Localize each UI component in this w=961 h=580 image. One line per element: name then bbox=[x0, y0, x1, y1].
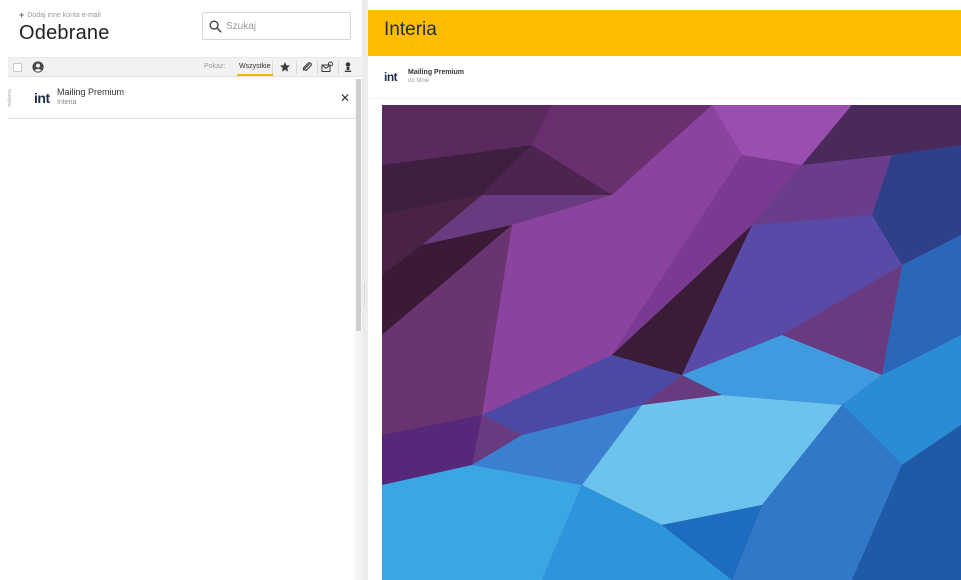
search-input[interactable] bbox=[226, 20, 336, 32]
sender-name[interactable]: Mailing Premium bbox=[408, 69, 464, 76]
add-account-link[interactable]: + Dodaj inne konta e-mail bbox=[19, 10, 101, 20]
folder-title: Odebrane bbox=[19, 22, 110, 44]
lowpoly-background-image bbox=[382, 105, 961, 580]
contact-filter-icon[interactable] bbox=[32, 61, 44, 73]
interia-logo-icon: int bbox=[384, 70, 398, 83]
scrollbar-thumb[interactable] bbox=[356, 79, 361, 331]
toolbar-divider bbox=[338, 61, 339, 74]
toolbar-divider bbox=[317, 61, 318, 74]
toolbar-divider bbox=[272, 61, 273, 74]
logo-text: int bbox=[34, 91, 50, 105]
person-icon[interactable] bbox=[342, 61, 354, 73]
add-account-label: Dodaj inne konta e-mail bbox=[27, 12, 101, 19]
close-icon[interactable]: ✕ bbox=[340, 91, 350, 105]
paperclip-icon[interactable] bbox=[301, 61, 313, 73]
message-sender: Mailing Premium bbox=[57, 87, 125, 97]
message-subtitle: Interia bbox=[57, 99, 77, 106]
logo-text: int bbox=[384, 70, 398, 83]
recipient-label: do Mnie bbox=[408, 78, 430, 84]
filter-all-tab[interactable]: Wszystkie bbox=[237, 60, 273, 76]
star-icon[interactable] bbox=[279, 61, 291, 73]
interia-logo-icon: int bbox=[34, 91, 51, 105]
message-list-item[interactable]: reklama int Mailing Premium Interia ✕ bbox=[7, 79, 358, 119]
plus-icon: + bbox=[19, 10, 25, 20]
search-icon bbox=[209, 20, 222, 33]
unread-icon[interactable] bbox=[321, 61, 333, 73]
toolbar-divider bbox=[296, 61, 297, 74]
list-toolbar: Pokaż: Wszystkie bbox=[8, 57, 362, 77]
select-all-checkbox[interactable] bbox=[13, 63, 22, 72]
ad-label: reklama bbox=[7, 89, 13, 107]
message-list-pane: + Dodaj inne konta e-mail Odebrane Pokaż… bbox=[0, 0, 362, 580]
message-hero-image bbox=[382, 105, 961, 580]
resize-handle-icon[interactable] bbox=[364, 284, 366, 306]
message-title: Interia bbox=[384, 19, 437, 40]
message-preview-pane: Interia int Mailing Premium do Mnie bbox=[368, 0, 961, 580]
search-box[interactable] bbox=[202, 12, 351, 40]
mail-app: + Dodaj inne konta e-mail Odebrane Pokaż… bbox=[0, 0, 961, 580]
show-filter-label: Pokaż: bbox=[204, 63, 226, 70]
sender-info: int Mailing Premium do Mnie bbox=[368, 56, 961, 99]
message-header-banner: Interia bbox=[368, 10, 961, 56]
